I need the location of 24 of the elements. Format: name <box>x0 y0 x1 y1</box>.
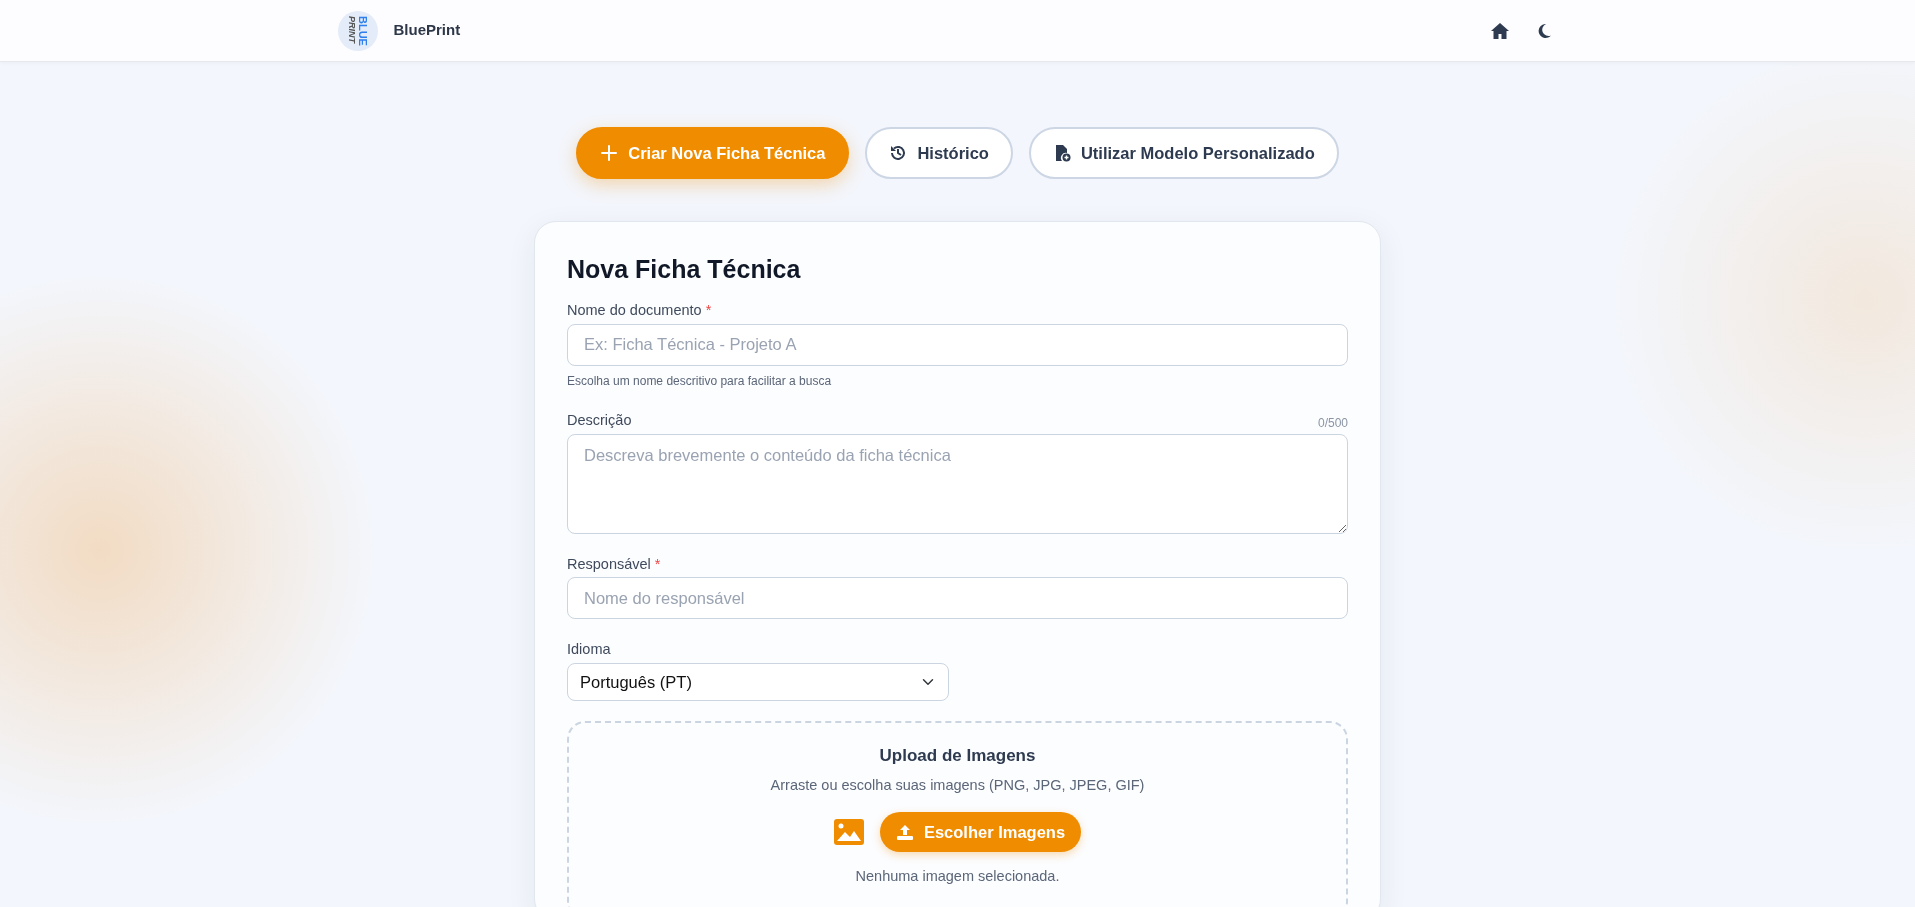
upload-status: Nenhuma imagem selecionada. <box>854 867 1061 887</box>
tab-button[interactable]: Utilizar Modelo Personalizado <box>1028 127 1339 179</box>
field-label: Descrição <box>567 410 632 430</box>
character-counter: 0/500 <box>1317 414 1348 432</box>
field-label: Nome do documento * <box>567 301 712 320</box>
language-dropdown[interactable]: Português (PT) <box>567 663 949 701</box>
upload-icon <box>895 823 914 842</box>
image-icon <box>833 819 864 846</box>
home-icon[interactable] <box>1489 20 1510 41</box>
history-icon <box>889 144 908 162</box>
upload-dropzone[interactable]: Upload de Imagens Arraste ou escolha suas imagens (PNG, JPG, JPEG, GIF) Escolher Imagens Nenhuma imagem selecionada. <box>567 721 1348 907</box>
tab-button[interactable]: Histórico <box>865 127 1013 179</box>
upload-hint: Arraste ou escolha suas imagens (PNG, JPG, JPEG, GIF) <box>769 775 1146 795</box>
text-field[interactable]: Ex: Ficha Técnica - Projeto A <box>567 323 1348 366</box>
logo-icon: BLUE PRINT <box>337 10 378 51</box>
brand-name[interactable]: BluePrint <box>393 19 461 42</box>
help-text: Escolha um nome descritivo para facilitar a busca <box>567 372 833 390</box>
field-label: Idioma <box>567 640 611 660</box>
text-field[interactable]: Nome do responsável <box>567 577 1348 620</box>
textarea-field[interactable]: Descreva brevemente o conteúdo da ficha técnica <box>567 433 1348 534</box>
plus-icon <box>600 144 619 162</box>
upload-title: Upload de Imagens <box>878 745 1037 767</box>
form-title: Nova Ficha Técnica <box>567 254 802 284</box>
field-label: Responsável * <box>567 554 661 574</box>
